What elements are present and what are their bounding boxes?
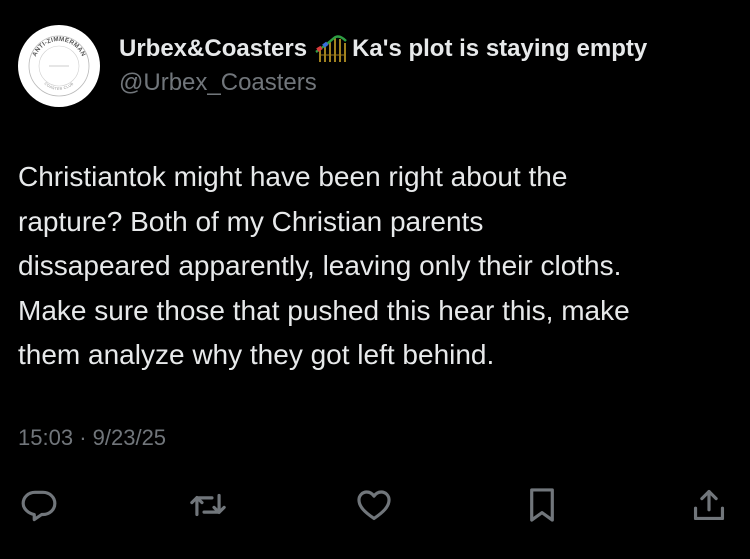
bookmark-icon	[530, 488, 554, 522]
tweet-date: 9/23/25	[92, 425, 167, 450]
reply-button[interactable]	[14, 480, 64, 530]
like-button[interactable]	[349, 480, 399, 530]
tweet: ANTI-ZIMMERMAN COASTER CLUB Urbex&Coaste…	[0, 0, 750, 559]
avatar-ring-text: ANTI-ZIMMERMAN	[31, 36, 86, 58]
tweet-timestamp[interactable]: 15:03 · 9/23/25	[18, 425, 166, 451]
name-suffix: Ka's plot is staying empty	[352, 35, 648, 62]
roller-coaster-icon	[314, 35, 348, 63]
name-row: Urbex&Coasters Ka's plot is staying empt…	[119, 34, 647, 64]
display-name[interactable]: Urbex&Coasters	[119, 34, 307, 64]
avatar[interactable]: ANTI-ZIMMERMAN COASTER CLUB	[18, 25, 100, 107]
reply-icon	[21, 490, 57, 522]
retweet-button[interactable]	[183, 480, 233, 530]
heart-icon	[357, 490, 391, 521]
action-bar	[0, 480, 750, 530]
author-handle[interactable]: @Urbex_Coasters	[119, 68, 647, 98]
svg-text:ANTI-ZIMMERMAN: ANTI-ZIMMERMAN	[31, 36, 87, 58]
share-button[interactable]	[684, 480, 734, 530]
tweet-time: 15:03	[18, 425, 74, 450]
avatar-logo-icon: ANTI-ZIMMERMAN COASTER CLUB	[28, 35, 90, 97]
timestamp-separator: ·	[79, 425, 87, 450]
retweet-icon	[190, 493, 226, 517]
author-block[interactable]: Urbex&Coasters Ka's plot is staying empt…	[119, 34, 647, 98]
tweet-text: Christiantok might have been right about…	[18, 161, 630, 370]
bookmark-button[interactable]	[517, 480, 567, 530]
share-icon	[693, 489, 725, 521]
